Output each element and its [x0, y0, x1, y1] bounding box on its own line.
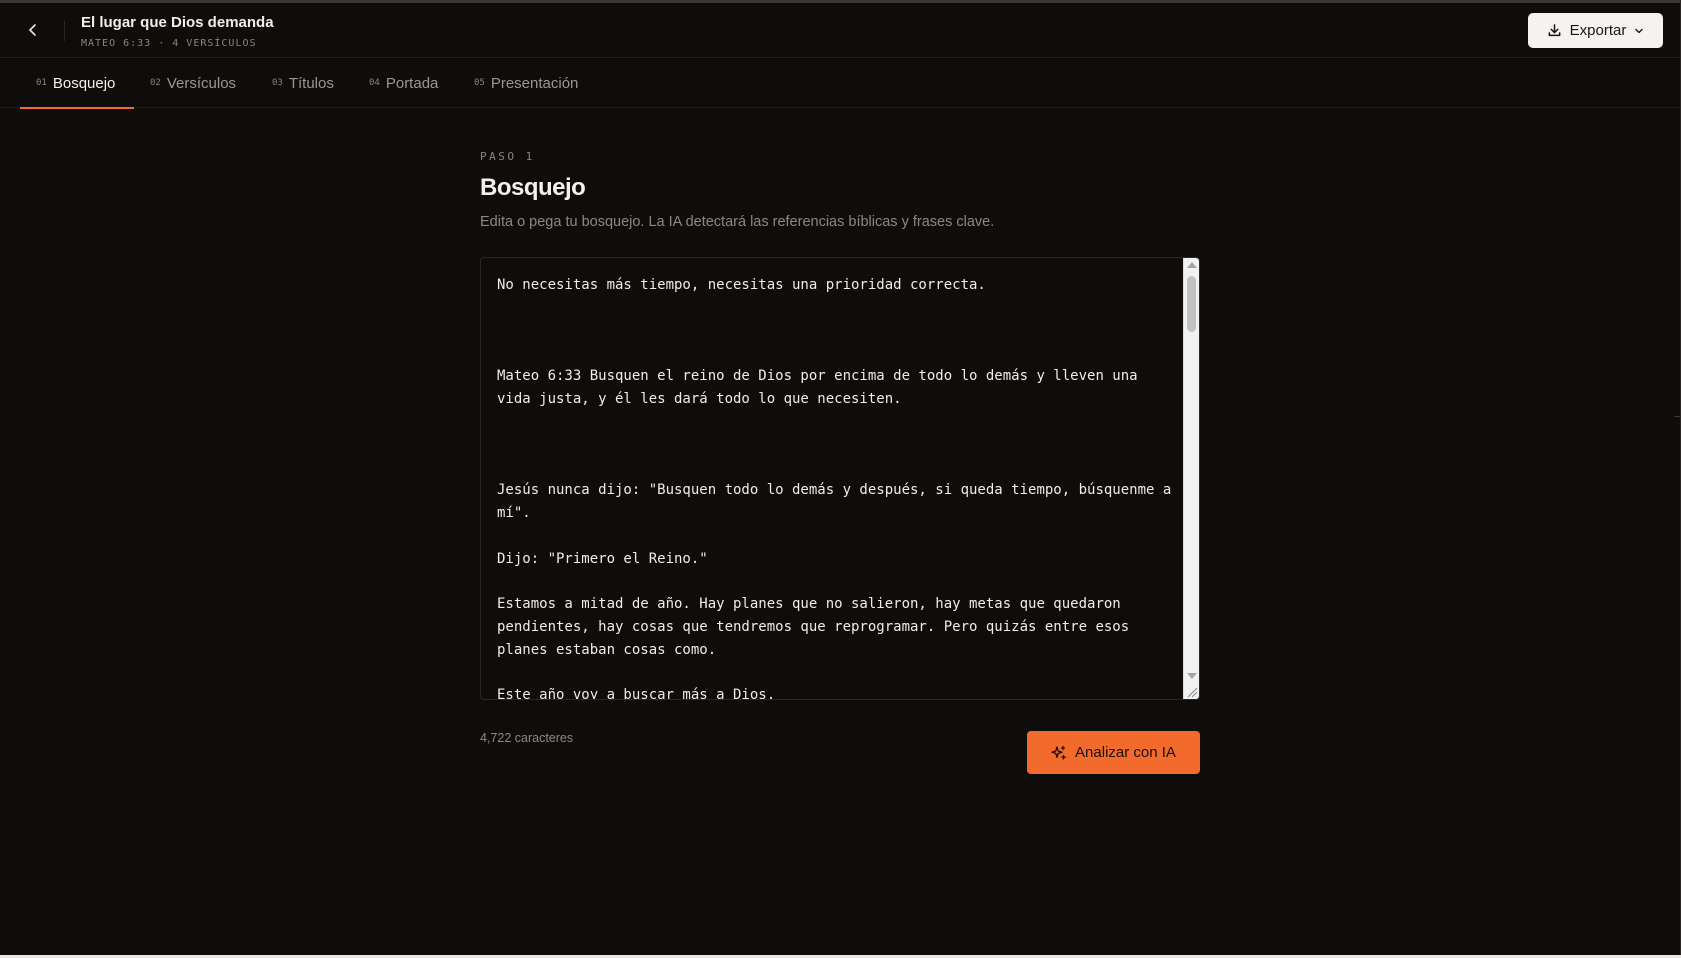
tab-number: 04	[369, 77, 380, 88]
download-icon	[1548, 24, 1561, 37]
page-description: Edita o pega tu bosquejo. La IA detectar…	[480, 214, 995, 230]
resize-grip-icon[interactable]	[1184, 684, 1198, 698]
analyze-button-label: Analizar con IA	[1075, 744, 1176, 761]
scroll-down-icon[interactable]	[1187, 673, 1197, 679]
page-title: Bosquejo	[480, 174, 586, 201]
document-meta: MATEO 6:33 · 4 VERSÍCULOS	[81, 38, 257, 49]
step-label: PASO 1	[480, 150, 535, 163]
analyze-with-ai-button[interactable]: Analizar con IA	[1027, 731, 1200, 774]
workflow-tabs: 01 Bosquejo 02 Versículos 03 Títulos 04 …	[0, 59, 1680, 109]
chevron-down-icon	[1635, 28, 1644, 33]
document-title: El lugar que Dios demanda	[81, 14, 274, 31]
tab-bosquejo[interactable]: 01 Bosquejo	[20, 59, 134, 109]
sparkles-icon	[1051, 745, 1066, 760]
outline-text[interactable]: No necesitas más tiempo, necesitas una p…	[497, 274, 1177, 699]
back-button[interactable]	[22, 19, 44, 41]
editor-scrollbar[interactable]	[1183, 258, 1199, 699]
scroll-thumb[interactable]	[1187, 276, 1196, 332]
tab-presentacion[interactable]: 05 Presentación	[458, 59, 594, 108]
tab-portada[interactable]: 04 Portada	[353, 59, 454, 108]
tab-label: Presentación	[490, 75, 579, 92]
edge-marker	[1674, 416, 1680, 417]
app-header: El lugar que Dios demanda MATEO 6:33 · 4…	[0, 3, 1680, 58]
tab-number: 05	[474, 77, 485, 88]
tab-number: 02	[150, 77, 161, 88]
character-count: 4,722 caracteres	[480, 731, 574, 745]
export-button[interactable]: Exportar	[1528, 13, 1663, 48]
tab-titulos[interactable]: 03 Títulos	[256, 59, 350, 108]
tab-label: Títulos	[288, 75, 334, 92]
tab-label: Bosquejo	[52, 75, 116, 92]
tab-number: 01	[36, 77, 47, 88]
tab-versiculos[interactable]: 02 Versículos	[134, 59, 252, 108]
scroll-up-icon[interactable]	[1187, 262, 1197, 268]
tab-number: 03	[272, 77, 283, 88]
tab-label: Portada	[385, 75, 439, 92]
outline-editor[interactable]: No necesitas más tiempo, necesitas una p…	[480, 257, 1200, 700]
export-button-label: Exportar	[1569, 22, 1627, 39]
tab-label: Versículos	[166, 75, 237, 92]
header-divider	[64, 21, 65, 41]
chevron-left-icon	[29, 24, 36, 36]
